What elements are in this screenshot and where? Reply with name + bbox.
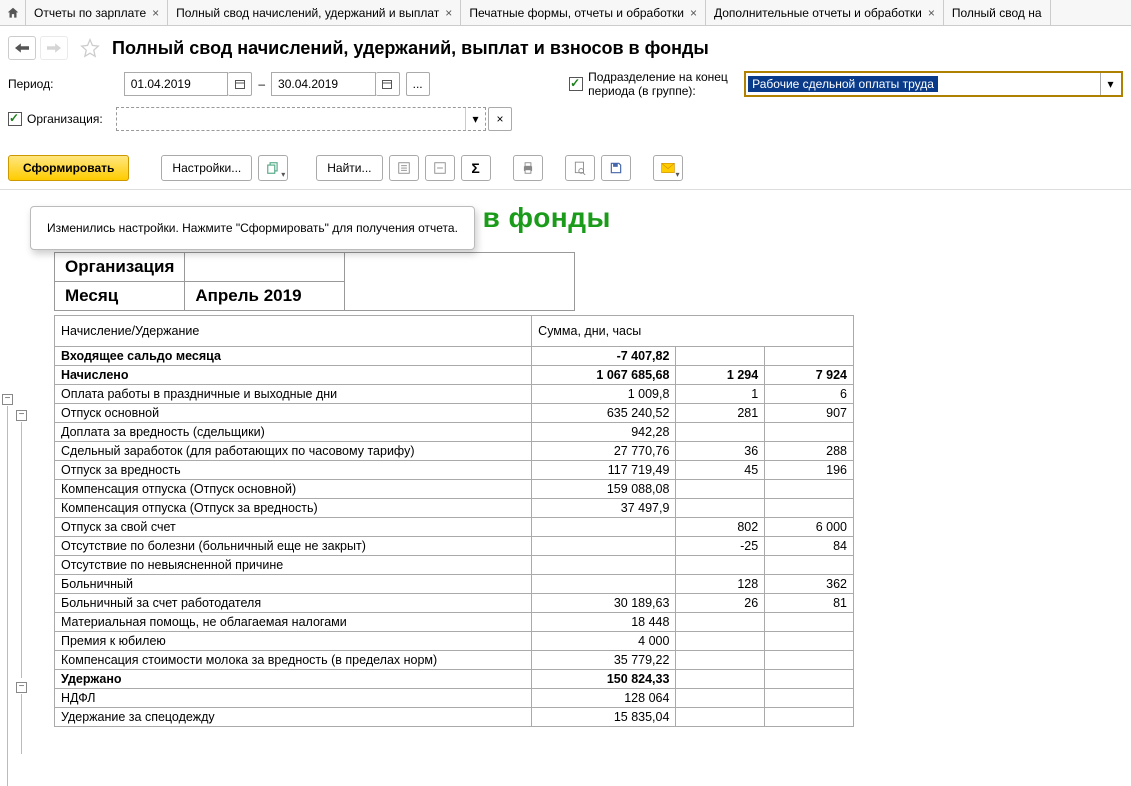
tab-2[interactable]: Печатные формы, отчеты и обработки×	[461, 0, 706, 25]
tab-3[interactable]: Дополнительные отчеты и обработки×	[706, 0, 944, 25]
forward-button[interactable]	[40, 36, 68, 60]
table-row[interactable]: Удержано150 824,33	[55, 669, 854, 688]
collapse-all-icon[interactable]	[425, 155, 455, 181]
close-icon[interactable]: ×	[690, 6, 697, 20]
save-icon[interactable]	[601, 155, 631, 181]
tree-toggle[interactable]: −	[2, 394, 13, 405]
sum-icon[interactable]: Σ	[461, 155, 491, 181]
tree-toggle[interactable]: −	[16, 410, 27, 421]
close-icon[interactable]: ×	[928, 6, 935, 20]
table-row[interactable]: Оплата работы в праздничные и выходные д…	[55, 384, 854, 403]
table-row[interactable]: Начислено1 067 685,681 2947 924	[55, 365, 854, 384]
meta-month-label: Месяц	[55, 281, 185, 310]
table-row[interactable]: Материальная помощь, не облагаемая налог…	[55, 612, 854, 631]
table-row[interactable]: Удержание за спецодежду15 835,04	[55, 707, 854, 726]
table-row[interactable]: Премия к юбилею4 000	[55, 631, 854, 650]
meta-org-label: Организация	[55, 252, 185, 281]
report-table: Начисление/Удержание Сумма, дни, часы Вх…	[54, 315, 854, 727]
chevron-down-icon[interactable]: ▾	[465, 108, 485, 130]
home-icon[interactable]	[0, 0, 26, 26]
tree-toggle[interactable]: −	[16, 682, 27, 693]
unit-value: Рабочие сдельной оплаты труда	[748, 76, 938, 92]
org-checkbox-label: Организация:	[27, 112, 103, 126]
table-row[interactable]: Входящее сальдо месяца-7 407,82	[55, 346, 854, 365]
table-row[interactable]: Больничный за счет работодателя30 189,63…	[55, 593, 854, 612]
col-name: Начисление/Удержание	[55, 315, 532, 346]
chevron-down-icon[interactable]: ▾	[1100, 73, 1120, 95]
report-area: Изменились настройки. Нажмите "Сформиров…	[0, 189, 1131, 727]
unit-checkbox[interactable]: Подразделение на конец периода (в группе…	[569, 70, 738, 99]
unit-select[interactable]: Рабочие сдельной оплаты труда ▾	[744, 71, 1123, 97]
tree-handles: − − −	[0, 320, 38, 727]
table-row[interactable]: Компенсация стоимости молока за вредност…	[55, 650, 854, 669]
table-row[interactable]: Отсутствие по болезни (больничный еще не…	[55, 536, 854, 555]
meta-month-value: Апрель 2019	[185, 281, 345, 310]
nav-row: Полный свод начислений, удержаний, выпла…	[0, 26, 1131, 66]
period-picker-button[interactable]: ...	[406, 72, 430, 96]
org-select[interactable]: ▾	[116, 107, 486, 131]
generate-button[interactable]: Сформировать	[8, 155, 129, 181]
copy-button[interactable]	[258, 155, 288, 181]
table-row[interactable]: Отпуск за вредность117 719,4945196	[55, 460, 854, 479]
clear-icon[interactable]: ×	[488, 107, 512, 131]
table-row[interactable]: Доплата за вредность (сдельщики)942,28	[55, 422, 854, 441]
report-meta: Организация Месяц Апрель 2019	[54, 252, 575, 311]
period-label: Период:	[8, 77, 108, 91]
find-button[interactable]: Найти...	[316, 155, 382, 181]
tab-bar: Отчеты по зарплате× Полный свод начислен…	[0, 0, 1131, 26]
unit-checkbox-label: Подразделение на конец периода (в группе…	[588, 70, 738, 99]
table-row[interactable]: Компенсация отпуска (Отпуск основной)159…	[55, 479, 854, 498]
date-to-input[interactable]: 30.04.2019	[271, 72, 376, 96]
org-checkbox[interactable]: Организация:	[8, 112, 116, 126]
tab-4[interactable]: Полный свод на	[944, 0, 1051, 25]
filters: Период: 01.04.2019 – 30.04.2019 ... Подр…	[0, 66, 1131, 147]
table-row[interactable]: НДФЛ128 064	[55, 688, 854, 707]
table-row[interactable]: Отсутствие по невыясненной причине	[55, 555, 854, 574]
favorite-icon[interactable]	[80, 38, 100, 58]
page-title: Полный свод начислений, удержаний, выпла…	[112, 38, 709, 59]
tab-1[interactable]: Полный свод начислений, удержаний и выпл…	[168, 0, 461, 25]
tab-0[interactable]: Отчеты по зарплате×	[26, 0, 168, 25]
meta-org-value	[185, 252, 345, 281]
table-row[interactable]: Сдельный заработок (для работающих по ча…	[55, 441, 854, 460]
print-icon[interactable]	[513, 155, 543, 181]
table-row[interactable]: Отпуск основной635 240,52281907	[55, 403, 854, 422]
close-icon[interactable]: ×	[445, 6, 452, 20]
date-from-input[interactable]: 01.04.2019	[124, 72, 229, 96]
col-sum: Сумма, дни, часы	[532, 315, 854, 346]
preview-icon[interactable]	[565, 155, 595, 181]
toolbar: Сформировать Настройки... Найти... Σ	[0, 147, 1131, 189]
settings-button[interactable]: Настройки...	[161, 155, 252, 181]
meta-empty	[345, 252, 575, 310]
table-row[interactable]: Отпуск за свой счет8026 000	[55, 517, 854, 536]
calendar-icon[interactable]	[228, 72, 252, 96]
close-icon[interactable]: ×	[152, 6, 159, 20]
back-button[interactable]	[8, 36, 36, 60]
calendar-icon[interactable]	[376, 72, 400, 96]
table-row[interactable]: Компенсация отпуска (Отпуск за вредность…	[55, 498, 854, 517]
dash: –	[258, 77, 265, 91]
tooltip: Изменились настройки. Нажмите "Сформиров…	[30, 206, 475, 250]
expand-all-icon[interactable]	[389, 155, 419, 181]
mail-icon[interactable]	[653, 155, 683, 181]
table-row[interactable]: Больничный128362	[55, 574, 854, 593]
